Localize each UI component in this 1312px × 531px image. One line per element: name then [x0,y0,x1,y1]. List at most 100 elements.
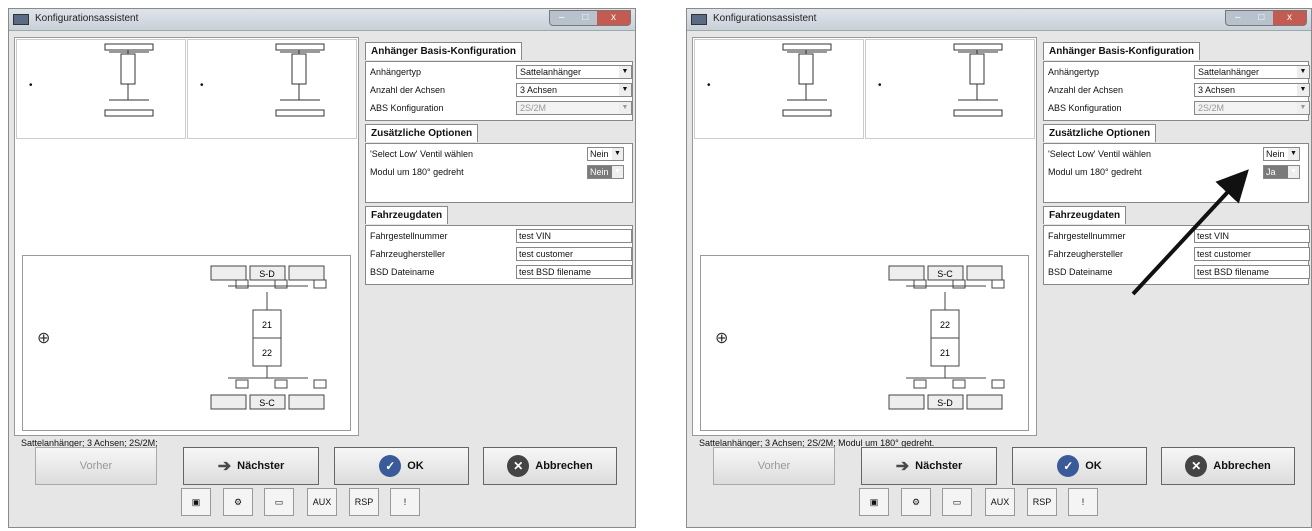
thumbnail-1[interactable]: • [694,39,864,139]
close-button[interactable]: x [597,11,630,25]
cancel-button[interactable]: ✕ Abbrechen [483,447,617,485]
prev-label: Vorher [757,460,791,472]
rotated-label: Modul um 180° gedreht [370,167,464,177]
exclamation-icon: ! [403,497,407,507]
select-low-value: Nein [590,149,609,159]
close-icon: ✕ [1185,455,1208,477]
annotation-arrow [1131,169,1249,296]
preview-panel: • • ⊕ [692,37,1037,448]
aux-icon: AUX [312,497,332,507]
configuration-diagram: ⊕ S-D 21 22 S-C [22,255,351,431]
window-title: Konfigurationsassistent [35,13,139,24]
monitor-icon: ▭ [952,497,962,507]
chevron-down-icon: ▼ [612,148,623,160]
abs-config-select: 2S/2M ▼ [1194,101,1310,115]
info-tool-button[interactable]: ! [390,488,420,516]
settings-tool-button[interactable]: ⚙ [223,488,253,516]
title-bar: Konfigurationsassistent – □ x [9,9,635,31]
cancel-label: Abbrechen [1213,460,1271,472]
close-button[interactable]: x [1273,11,1306,25]
close-icon: ✕ [507,455,530,477]
axle-diagram: S-C 22 21 S-D [888,265,1005,410]
maximize-button[interactable]: □ [574,11,598,25]
prev-button[interactable]: Vorher [35,447,157,485]
ok-button[interactable]: ✓ OK [334,447,469,485]
axles-value: 3 Achsen [1198,85,1236,95]
rotated-value: Nein [590,167,609,177]
select-low-value: Nein [1266,149,1285,159]
abs-config-select: 2S/2M ▼ [516,101,632,115]
check-icon: ✓ [1057,455,1080,477]
minimize-button[interactable]: – [550,11,574,25]
trailer-type-label: Anhängertyp [1048,67,1100,77]
preview-panel: • • ⊕ [14,37,359,448]
mini-diagram [275,43,325,117]
next-label: Nächster [915,460,963,472]
vin-field[interactable]: test VIN [516,229,632,243]
monitor-tool-button[interactable]: ▭ [942,488,972,516]
vehicle-data-group: Fahrzeugdaten Fahrgestellnummer test VIN… [365,206,633,285]
monitor-tool-button[interactable]: ▭ [264,488,294,516]
trailer-type-select[interactable]: Sattelanhänger ▼ [1194,65,1310,79]
group-title: Fahrzeugdaten [1043,206,1127,224]
next-button[interactable]: ➔ Nächster [183,447,319,485]
select-low-select[interactable]: Nein ▼ [587,147,624,161]
bsd-filename-field[interactable]: test BSD filename [516,265,632,279]
chevron-down-icon: ▼ [619,102,631,114]
config-window-right: Konfigurationsassistent – □ x • • ⊕ S-C … [686,8,1312,528]
bottom-connector-label: S-C [259,398,275,408]
next-button[interactable]: ➔ Nächster [861,447,997,485]
rotated-select[interactable]: Nein ▼ [587,165,624,179]
window-controls: – □ x [1225,10,1307,26]
module-bottom-label: 21 [940,348,950,358]
axle-diagram: S-D 21 22 S-C [210,265,327,410]
check-icon: ✓ [379,455,402,477]
rsp-tool-button[interactable]: RSP [349,488,379,516]
thumbnail-2[interactable]: • [187,39,357,139]
thumbnail-1[interactable]: • [16,39,186,139]
minimize-button[interactable]: – [1226,11,1250,25]
chevron-down-icon: ▼ [1288,148,1299,160]
manufacturer-label: Fahrzeughersteller [370,249,446,259]
chevron-down-icon: ▼ [612,166,623,178]
select-low-select[interactable]: Nein ▼ [1263,147,1300,161]
rotated-select[interactable]: Ja ▼ [1263,165,1300,179]
thumbnail-2[interactable]: • [865,39,1035,139]
bsd-filename-label: BSD Dateiname [1048,267,1113,277]
group-title: Zusätzliche Optionen [365,124,479,142]
basis-config-group: Anhänger Basis-Konfiguration Anhängertyp… [1043,42,1310,121]
cancel-button[interactable]: ✕ Abbrechen [1161,447,1295,485]
rsp-icon: RSP [354,497,374,507]
rsp-tool-button[interactable]: RSP [1027,488,1057,516]
select-low-label: 'Select Low' Ventil wählen [370,149,473,159]
maximize-button[interactable]: □ [1250,11,1274,25]
axles-label: Anzahl der Achsen [370,85,446,95]
axles-select[interactable]: 3 Achsen ▼ [1194,83,1310,97]
abs-config-value: 2S/2M [1198,103,1225,113]
axles-select[interactable]: 3 Achsen ▼ [516,83,632,97]
chevron-down-icon: ▼ [619,84,631,96]
settings-tool-button[interactable]: ⚙ [901,488,931,516]
module-top-label: 21 [262,320,272,330]
configuration-diagram: ⊕ S-C 22 21 S-D [700,255,1029,431]
rsp-icon: RSP [1032,497,1052,507]
prev-button[interactable]: Vorher [713,447,835,485]
trailer-type-value: Sattelanhänger [520,67,582,77]
group-title: Fahrzeugdaten [365,206,449,224]
gears-icon: ⚙ [233,497,243,507]
modules-tool-button[interactable]: ▣ [859,488,889,516]
aux-tool-button[interactable]: AUX [307,488,337,516]
chevron-down-icon: ▼ [619,66,631,78]
title-bar: Konfigurationsassistent – □ x [687,9,1311,31]
aux-tool-button[interactable]: AUX [985,488,1015,516]
next-label: Nächster [237,460,285,472]
aux-icon: AUX [990,497,1010,507]
trailer-type-select[interactable]: Sattelanhänger ▼ [516,65,632,79]
module-bottom-label: 22 [262,348,272,358]
manufacturer-field[interactable]: test customer [516,247,632,261]
modules-tool-button[interactable]: ▣ [181,488,211,516]
trailer-type-value: Sattelanhänger [1198,67,1260,77]
ok-button[interactable]: ✓ OK [1012,447,1147,485]
bottom-connector-label: S-D [937,398,953,408]
info-tool-button[interactable]: ! [1068,488,1098,516]
